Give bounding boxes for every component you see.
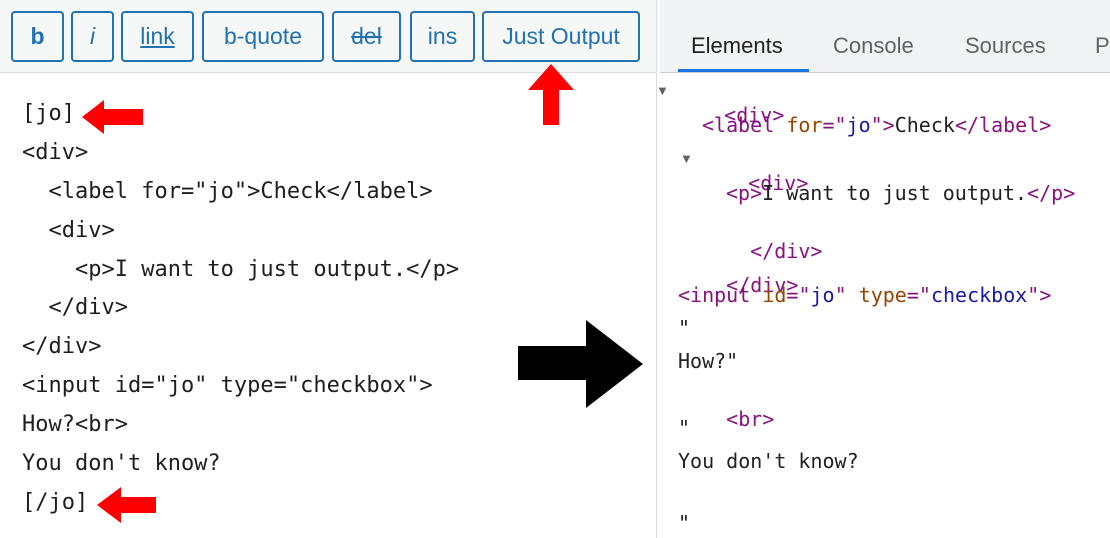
dom-text-node[interactable]: " (678, 416, 690, 440)
tag-name: label (979, 113, 1040, 137)
attr-name: type (858, 283, 907, 307)
code-line: <div> (22, 140, 89, 165)
attr-name: id (762, 283, 787, 307)
code-line: <p>I want to just output.</p> (22, 257, 460, 282)
dom-node-br[interactable]: <br> (678, 383, 774, 455)
dom-node-p[interactable]: <p>I want to just output.</p> (726, 181, 1075, 205)
quicktags-toolbar: b i link b-quote del ins Just Output (0, 0, 657, 73)
attr-value: checkbox (930, 283, 1028, 307)
tag-name: p (738, 181, 751, 205)
tab-elements[interactable]: Elements (691, 33, 783, 59)
del-button[interactable]: del (332, 11, 401, 62)
dom-node-input[interactable]: <input id="jo" type="checkbox"> (678, 283, 1051, 307)
active-tab-indicator (678, 69, 809, 72)
tab-performance[interactable]: Pe (1095, 33, 1110, 59)
dom-node-label[interactable]: <label for="jo">Check</label> (702, 113, 1051, 137)
code-line: <label for="jo">Check</label> (22, 179, 433, 204)
ins-button[interactable]: ins (410, 11, 475, 62)
tab-console[interactable]: Console (833, 33, 914, 59)
blockquote-button[interactable]: b-quote (202, 11, 324, 62)
tag-text: <br> (726, 407, 775, 431)
devtools-tabbar: Elements Console Sources Pe (660, 0, 1110, 73)
dom-text-node[interactable]: How?" (678, 349, 738, 373)
dom-text-node[interactable]: " (678, 511, 690, 535)
tag-name: input (690, 283, 751, 307)
code-line: You don't know? (22, 451, 221, 476)
attr-value: jo (810, 283, 835, 307)
link-button[interactable]: link (121, 11, 194, 62)
code-line: How?<br> (22, 412, 128, 437)
red-arrow-up-icon (528, 64, 574, 125)
node-text: Check (894, 113, 955, 137)
code-line: <input id="jo" type="checkbox"> (22, 373, 433, 398)
red-arrow-left-icon (97, 487, 156, 523)
code-line: </div> (22, 295, 128, 320)
code-line: [jo] (22, 101, 75, 126)
italic-button[interactable]: i (71, 11, 114, 62)
code-line: </div> (22, 334, 102, 359)
dom-text-node[interactable]: You don't know? (678, 449, 859, 473)
attr-name: for (786, 113, 823, 137)
red-arrow-left-icon (82, 100, 143, 134)
bold-button[interactable]: b (11, 11, 64, 62)
tag-name: label (714, 113, 775, 137)
code-line: <div> (22, 218, 115, 243)
code-textarea[interactable]: [jo] <div> <label for="jo">Check</label>… (0, 74, 657, 538)
just-output-button[interactable]: Just Output (482, 11, 640, 62)
devtools-panel: Elements Console Sources Pe ▼ ▼ <div> <l… (656, 0, 1110, 538)
attr-value: jo (846, 113, 871, 137)
expand-triangle-icon[interactable]: ▼ (656, 79, 669, 103)
tab-sources[interactable]: Sources (965, 33, 1046, 59)
dom-text-node[interactable]: " (678, 316, 690, 340)
black-arrow-right-icon (518, 320, 643, 408)
node-text: I want to just output. (762, 181, 1028, 205)
code-line: [/jo] (22, 490, 89, 515)
tag-name: p (1051, 181, 1064, 205)
